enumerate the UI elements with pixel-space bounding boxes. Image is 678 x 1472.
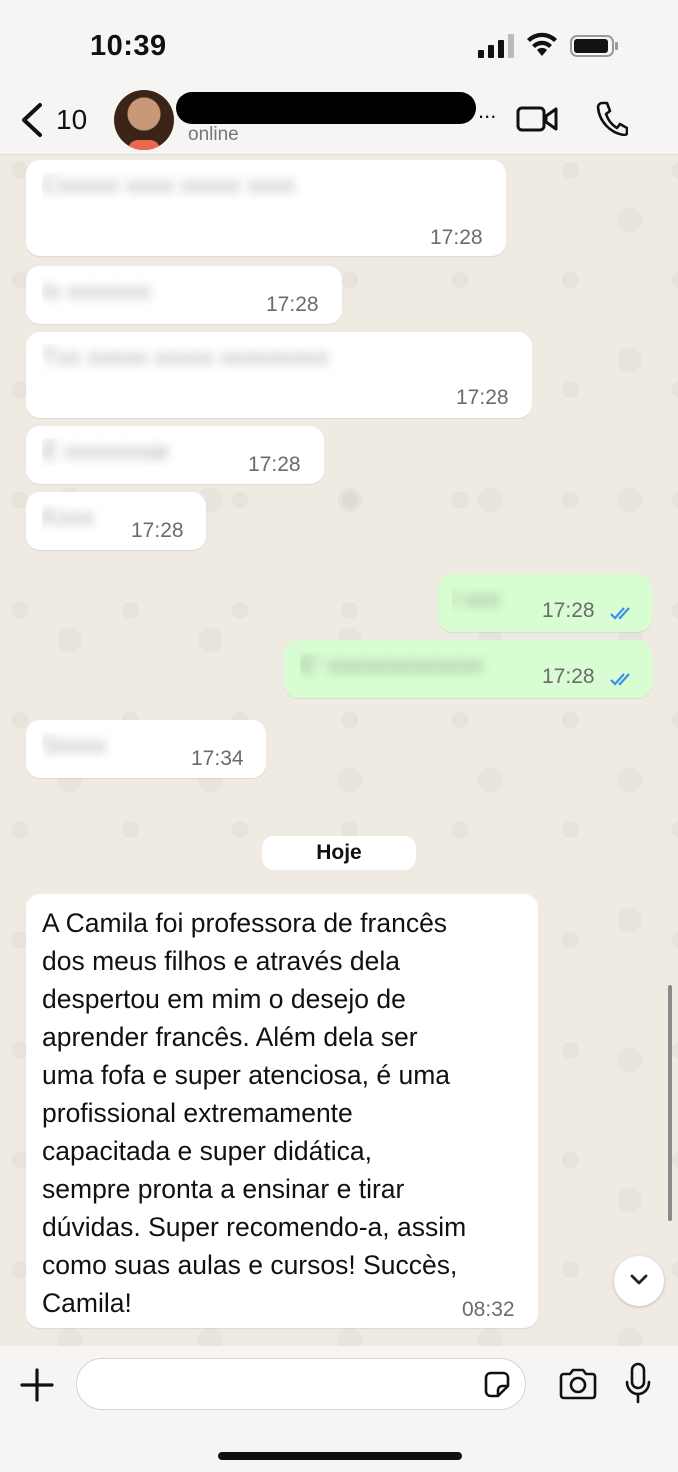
read-receipt-icon [610,607,630,620]
read-receipt-icon [610,673,630,686]
message-time: 17:28 [430,226,483,249]
message-time: 17:28 [542,599,595,622]
message-bubble-incoming[interactable]: A Camila foi professora de francês dos m… [26,894,538,1328]
message-text-redacted: l xxx [452,586,500,613]
contact-name-overflow: ... [478,98,497,123]
contact-name-redacted[interactable] [176,92,476,124]
back-chevron-icon[interactable] [18,102,46,138]
message-text-redacted: Txx xxxxx xxxxx xxxxxxxxx [42,344,329,371]
wifi-icon [527,32,557,56]
scroll-to-bottom-button[interactable] [614,1256,664,1306]
message-bubble-incoming[interactable]: Cxxxxx xxxx xxxxx xxxx 17:28 [26,160,506,256]
message-bubble-incoming[interactable]: É xxxxxxxar 17:28 [26,426,324,484]
video-call-icon[interactable] [516,104,558,134]
home-indicator [218,1452,462,1460]
message-bubble-incoming[interactable]: Kxxx 17:28 [26,492,206,550]
message-text-redacted: Cxxxxx xxxx xxxxx xxxx [42,172,296,199]
message-time: 17:34 [191,747,244,770]
contact-avatar[interactable] [114,90,174,150]
chat-header: 10 ... online [0,88,678,155]
message-text-redacted: Sxxxx [42,732,107,759]
scrollbar[interactable] [668,985,672,1221]
contact-status: online [188,124,239,145]
clock: 10:39 [90,30,167,62]
cellular-signal-icon [478,34,514,58]
status-bar: 10:39 [0,0,678,88]
message-text-redacted: E' xxxxxxxxxxxxx [300,652,484,679]
message-time: 17:28 [131,519,184,542]
message-time: 17:28 [456,386,509,409]
day-separator: Hoje [262,836,416,870]
message-bubble-incoming[interactable]: Is xxxxxxx 17:28 [26,266,342,324]
voice-call-icon[interactable] [596,100,628,136]
message-text-redacted: É xxxxxxxar [42,438,171,465]
chevron-down-icon [630,1274,648,1285]
sticker-icon[interactable] [482,1370,512,1400]
camera-icon[interactable] [558,1368,598,1400]
unread-count[interactable]: 10 [56,104,87,136]
message-time: 17:28 [248,453,301,476]
microphone-icon[interactable] [624,1362,652,1404]
message-bubble-outgoing[interactable]: l xxx 17:28 [438,574,652,632]
message-text: A Camila foi professora de francês dos m… [42,908,467,1318]
plus-icon[interactable] [20,1368,54,1402]
message-time: 17:28 [266,293,319,316]
message-text-redacted: Kxxx [42,504,95,531]
message-input[interactable] [76,1358,526,1410]
message-bubble-incoming[interactable]: Sxxxx 17:34 [26,720,266,778]
message-text-redacted: Is xxxxxxx [42,278,152,305]
message-bubble-outgoing[interactable]: E' xxxxxxxxxxxxx 17:28 [284,640,652,698]
battery-icon [570,35,618,57]
message-time: 17:28 [542,665,595,688]
message-bubble-incoming[interactable]: Txx xxxxx xxxxx xxxxxxxxx 17:28 [26,332,532,418]
message-time: 08:32 [462,1298,515,1321]
